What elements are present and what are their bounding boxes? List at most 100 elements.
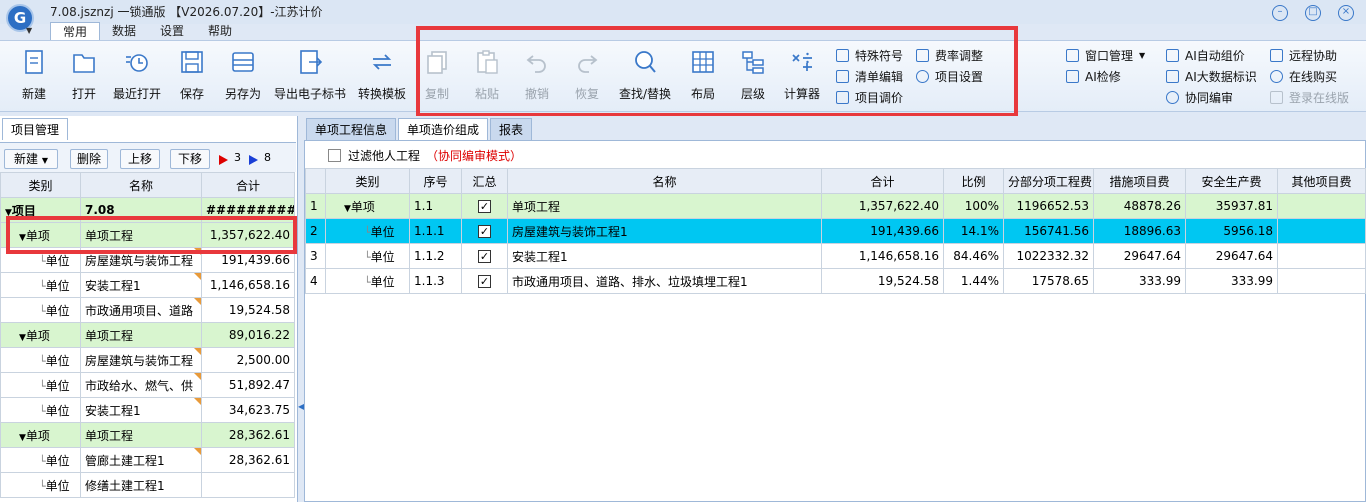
tree-cell-name[interactable]: 房屋建筑与装饰工程 [80,347,202,373]
cell-csxm[interactable]: 48878.26 [1093,193,1186,219]
ai-bigdata-mark-button[interactable]: AI大数据标识 [1166,67,1257,85]
column-header-other[interactable]: 其他项目费 [1277,168,1366,194]
cell-aqsc[interactable]: 333.99 [1185,268,1278,294]
menu-tab-common[interactable]: 常用 [50,22,101,40]
column-header-type[interactable]: 类别 [0,172,81,198]
cell-seq[interactable]: 1.1 [409,193,462,219]
ai-auto-pricing-button[interactable]: AI自动组价 [1166,46,1245,64]
tree-row[interactable]: ▼单项 单项工程 28,362.61 [0,422,295,448]
cell-ratio[interactable]: 100% [943,193,1004,219]
cell-ratio[interactable]: 14.1% [943,218,1004,244]
tab-project-management[interactable]: 项目管理 [2,118,69,140]
cell-total[interactable]: 1,146,658.16 [821,243,944,269]
cell-total[interactable]: 191,439.66 [821,218,944,244]
cell-fbfx[interactable]: 17578.65 [1003,268,1094,294]
tree-row[interactable]: └单位 房屋建筑与装饰工程 2,500.00 [0,347,295,373]
save-as-button[interactable]: 另存为 [220,47,266,107]
table-row[interactable]: 3 └单位 1.1.2 ✓ 安装工程1 1,146,658.16 84.46% 1022332… [305,243,1366,269]
table-row[interactable]: 2 └单位 1.1.1 ✓ 房屋建筑与装饰工程1 191,439.66 14.1% 15674… [305,218,1366,244]
cell-aqsc[interactable]: 35937.81 [1185,193,1278,219]
cell-type[interactable]: └单位 [325,218,410,244]
tree-row[interactable]: └单位 修缮土建工程1 [0,472,295,498]
tree-row[interactable]: └单位 安装工程1 34,623.75 [0,397,295,423]
tab-single-project-cost[interactable]: 单项造价组成 [398,118,489,140]
column-header-fbfx[interactable]: 分部分项工程费 [1003,168,1094,194]
cell-fbfx[interactable]: 1022332.32 [1003,243,1094,269]
cell-seq[interactable]: 1.1.2 [409,243,462,269]
app-menu-arrow-icon[interactable]: ▼ [26,26,32,35]
tree-move-down-button[interactable]: 下移 [170,149,210,169]
online-purchase-button[interactable]: 在线购买 [1270,67,1337,85]
table-row[interactable]: 4 └单位 1.1.3 ✓ 市政通用项目、道路、排水、垃圾填埋工程1 19,524.58 1… [305,268,1366,294]
summary-checkbox[interactable]: ✓ [478,275,491,288]
summary-checkbox[interactable]: ✓ [478,250,491,263]
new-button[interactable]: 新建 [14,47,54,107]
tree-cell-name[interactable]: 修缮土建工程1 [80,472,202,498]
menu-tab-settings[interactable]: 设置 [148,22,196,40]
cell-type[interactable]: └单位 [325,243,410,269]
column-header-ratio[interactable]: 比例 [943,168,1004,194]
expand-triangle-icon[interactable]: ▼ [19,333,26,343]
cell-ratio[interactable]: 1.44% [943,268,1004,294]
save-button[interactable]: 保存 [172,47,212,107]
cell-name[interactable]: 单项工程 [507,193,822,219]
tree-row[interactable]: └单位 管廊土建工程1 28,362.61 [0,447,295,473]
cell-fbfx[interactable]: 156741.56 [1003,218,1094,244]
filter-others-checkbox[interactable] [328,149,341,162]
cell-qtxm[interactable] [1277,243,1366,269]
cell-qtxm[interactable] [1277,218,1366,244]
column-header-measures[interactable]: 措施项目费 [1093,168,1186,194]
cell-aqsc[interactable]: 5956.18 [1185,218,1278,244]
summary-checkbox[interactable]: ✓ [478,225,491,238]
menu-tab-help[interactable]: 帮助 [196,22,244,40]
tree-move-up-button[interactable]: 上移 [120,149,160,169]
cell-total[interactable]: 19,524.58 [821,268,944,294]
tree-cell-name[interactable]: 市政通用项目、道路 [80,297,202,323]
recent-open-button[interactable]: 最近打开 [110,47,164,107]
column-header-type[interactable]: 类别 [325,168,410,194]
cell-aqsc[interactable]: 29647.64 [1185,243,1278,269]
cell-type[interactable]: └单位 [325,268,410,294]
minimize-icon[interactable]: – [1272,5,1288,21]
cell-fbfx[interactable]: 1196652.53 [1003,193,1094,219]
tab-single-project-info[interactable]: 单项工程信息 [306,118,397,140]
tree-row[interactable]: └单位 安装工程1 1,146,658.16 [0,272,295,298]
cell-seq[interactable]: 1.1.3 [409,268,462,294]
cell-seq[interactable]: 1.1.1 [409,218,462,244]
convert-template-button[interactable]: 转换模板 [354,47,410,107]
tree-row[interactable]: └单位 市政通用项目、道路 19,524.58 [0,297,295,323]
tab-reports[interactable]: 报表 [490,118,533,140]
window-manage-button[interactable]: 窗口管理 ▼ [1066,46,1145,64]
cell-total[interactable]: 1,357,622.40 [821,193,944,219]
tree-cell-name[interactable]: 单项工程 [80,422,202,448]
summary-checkbox[interactable]: ✓ [478,200,491,213]
column-header-safety[interactable]: 安全生产费 [1185,168,1278,194]
tree-row[interactable]: └单位 市政给水、燃气、供 51,892.47 [0,372,295,398]
cell-csxm[interactable]: 18896.63 [1093,218,1186,244]
tree-cell-name[interactable]: 单项工程 [80,322,202,348]
cell-csxm[interactable]: 333.99 [1093,268,1186,294]
table-row[interactable]: 1 ▼单项 1.1 ✓ 单项工程 1,357,622.40 100% 1196652.53 48… [305,193,1366,219]
menu-tab-data[interactable]: 数据 [100,22,148,40]
blue-flag-icon[interactable] [249,152,258,166]
ai-check-button[interactable]: AI检修 [1066,67,1121,85]
restore-icon[interactable]: □ [1305,5,1321,21]
tree-row[interactable]: ▼单项 单项工程 89,016.22 [0,322,295,348]
close-icon[interactable]: × [1338,5,1354,21]
cell-name[interactable]: 市政通用项目、道路、排水、垃圾填埋工程1 [507,268,822,294]
cell-qtxm[interactable] [1277,268,1366,294]
collab-review-button[interactable]: 协同编审 [1166,88,1233,106]
column-header-summary[interactable]: 汇总 [461,168,508,194]
cell-name[interactable]: 房屋建筑与装饰工程1 [507,218,822,244]
tree-cell-name[interactable]: 市政给水、燃气、供 [80,372,202,398]
remote-assist-button[interactable]: 远程协助 [1270,46,1337,64]
cell-qtxm[interactable] [1277,193,1366,219]
tree-cell-name[interactable]: 安装工程1 [80,397,202,423]
tree-cell-name[interactable]: 管廊土建工程1 [80,447,202,473]
tree-delete-button[interactable]: 删除 [70,149,108,169]
cell-csxm[interactable]: 29647.64 [1093,243,1186,269]
column-header-seq[interactable]: 序号 [409,168,462,194]
cell-ratio[interactable]: 84.46% [943,243,1004,269]
cell-name[interactable]: 安装工程1 [507,243,822,269]
export-bid-button[interactable]: 导出电子标书 [272,47,348,107]
